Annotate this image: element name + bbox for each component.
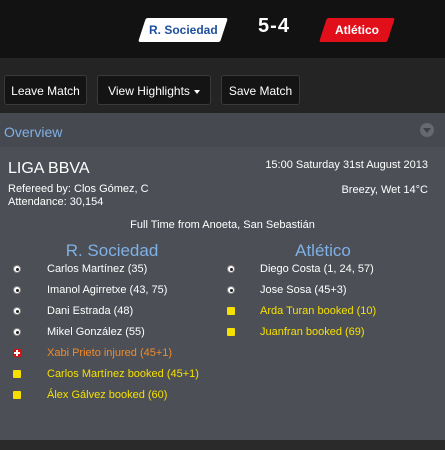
event-text: Dani Estrada (48) [47, 305, 134, 317]
event-text: Carlos Martínez booked (45+1) [47, 368, 199, 380]
away-team-name: Atlético [334, 23, 379, 37]
save-match-button[interactable]: Save Match [221, 75, 300, 105]
overview-panel: Overview LIGA BBVA Refereed by: Clos Góm… [0, 113, 445, 440]
event-text: Carlos Martínez (35) [47, 263, 148, 275]
overview-title: Overview [4, 124, 63, 140]
injury-icon [13, 349, 21, 357]
view-highlights-button[interactable]: View Highlights [97, 75, 211, 105]
event-text: Arda Turan booked (10) [260, 305, 377, 317]
away-team-heading: Atlético [295, 241, 351, 260]
event-text: Jose Sosa (45+3) [260, 284, 347, 296]
home-events-list: Carlos Martínez (35) Imanol Agirretxe (4… [0, 259, 220, 406]
view-highlights-label: View Highlights [108, 84, 190, 98]
referee-text: Refereed by: Clos Gómez, C [8, 183, 149, 195]
event-item: Jose Sosa (45+3) [225, 280, 445, 301]
save-match-label: Save Match [228, 84, 293, 98]
event-text: Imanol Agirretxe (43, 75) [47, 284, 168, 296]
score-bar: R. Sociedad 5-4 Atlético [0, 0, 445, 58]
attendance-text: Attendance: 30,154 [8, 196, 104, 208]
event-text: Juanfran booked (69) [260, 326, 365, 338]
event-item: Carlos Martínez (35) [0, 259, 220, 280]
event-item: Juanfran booked (69) [225, 322, 445, 343]
footer-bar [0, 440, 445, 450]
event-item: Mikel González (55) [0, 322, 220, 343]
event-item: Imanol Agirretxe (43, 75) [0, 280, 220, 301]
event-text: Álex Gálvez booked (60) [47, 389, 168, 401]
event-text: Mikel González (55) [47, 326, 145, 338]
yellow-card-icon [227, 307, 235, 315]
yellow-card-icon [13, 391, 21, 399]
home-team-name: R. Sociedad [148, 23, 218, 37]
weather-text: Breezy, Wet 14°C [341, 184, 428, 196]
league-name: LIGA BBVA [8, 160, 90, 177]
event-item: Álex Gálvez booked (60) [0, 385, 220, 406]
toolbar: Leave Match View Highlights Save Match [0, 58, 445, 113]
caret-down-icon [193, 89, 200, 94]
event-text: Diego Costa (1, 24, 57) [260, 263, 374, 275]
event-text: Xabi Prieto injured (45+1) [47, 347, 173, 359]
yellow-card-icon [227, 328, 235, 336]
match-datetime: 15:00 Saturday 31st August 2013 [265, 159, 428, 171]
football-icon [13, 286, 21, 294]
away-events-list: Diego Costa (1, 24, 57) Jose Sosa (45+3)… [225, 259, 445, 343]
yellow-card-icon [13, 370, 21, 378]
collapse-icon[interactable] [420, 123, 434, 137]
event-item: Xabi Prieto injured (45+1) [0, 343, 220, 364]
football-icon [13, 307, 21, 315]
away-team-badge: Atlético [319, 18, 395, 42]
football-icon [227, 265, 235, 273]
football-icon [227, 286, 235, 294]
event-item: Diego Costa (1, 24, 57) [225, 259, 445, 280]
event-item: Carlos Martínez booked (45+1) [0, 364, 220, 385]
football-icon [13, 328, 21, 336]
leave-match-label: Leave Match [11, 84, 80, 98]
football-icon [13, 265, 21, 273]
overview-header[interactable]: Overview [0, 113, 445, 147]
leave-match-button[interactable]: Leave Match [4, 75, 87, 105]
match-score: 5-4 [258, 15, 290, 37]
home-team-badge: R. Sociedad [138, 18, 228, 42]
fulltime-text: Full Time from Anoeta, San Sebastián [130, 219, 315, 231]
home-team-heading: R. Sociedad [65, 241, 159, 260]
event-item: Dani Estrada (48) [0, 301, 220, 322]
event-item: Arda Turan booked (10) [225, 301, 445, 322]
